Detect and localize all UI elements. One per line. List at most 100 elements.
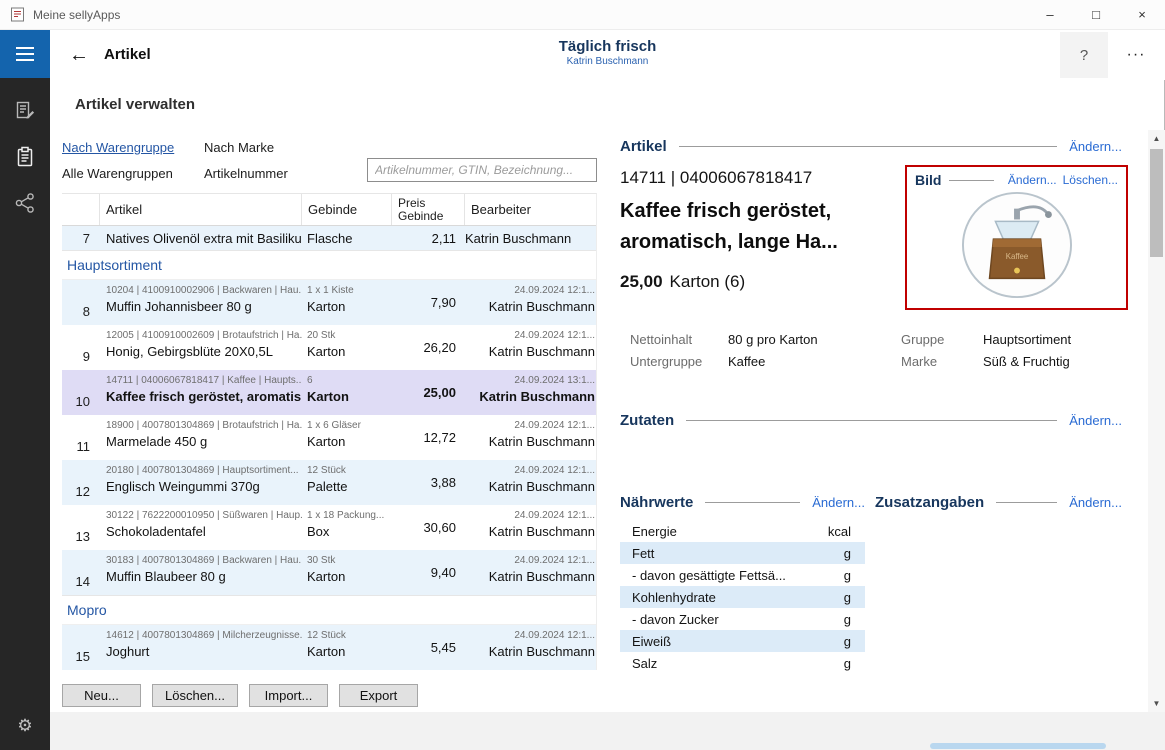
col-header-preis: Preis Gebinde [392,194,465,225]
bild-delete-link[interactable]: Löschen... [1063,173,1118,187]
gebinde: Karton [307,389,392,404]
scroll-down-icon[interactable]: ▼ [1148,695,1165,712]
naehrwerte-label: Nährwerte [620,494,693,511]
warengruppe-dropdown[interactable]: Alle Warengruppen [62,166,173,181]
article-meta: 30183 | 4007801304869 | Backwaren | Hau.… [106,555,302,566]
row-number: 11 [62,415,100,460]
preis: 2,11 [392,226,465,250]
table-row[interactable]: 14 30183 | 4007801304869 | Backwaren | H… [62,550,596,595]
editor-name: Katrin Buschmann [465,231,571,246]
zusatzangaben-change-link[interactable]: Ändern... [1069,495,1122,510]
naehrwert-row: - davon gesättigte Fettsä...g [620,564,865,586]
naehrwert-row: Salzg [620,652,865,674]
new-button[interactable]: Neu... [62,684,141,707]
article-name: Schokoladentafel [106,524,302,539]
article-name: Honig, Gebirgsblüte 20X0,5L [106,344,302,359]
horizontal-scrollbar-thumb[interactable] [930,743,1106,749]
close-button[interactable]: × [1119,0,1165,30]
editor-name: Katrin Buschmann [465,644,595,659]
table-row[interactable]: 7 Natives Olivenöl extra mit Basiliku...… [62,226,596,250]
article-meta: 10204 | 4100910002906 | Backwaren | Hau.… [106,285,302,296]
tab-by-warengruppe[interactable]: Nach Warengruppe [62,140,174,155]
delete-button[interactable]: Löschen... [152,684,238,707]
table-row[interactable]: 12 20180 | 4007801304869 | Hauptsortimen… [62,460,596,505]
more-button[interactable]: ··· [1113,32,1159,78]
naehrwert-row: Kohlenhydrateg [620,586,865,608]
ellipsis-icon: ··· [1127,46,1146,64]
sidebar-item-orders[interactable] [0,90,50,136]
article-meta: 12005 | 4100910002609 | Brotaufstrich | … [106,330,302,341]
gruppe-label: Gruppe [901,332,944,347]
export-button[interactable]: Export [339,684,418,707]
vertical-scrollbar[interactable]: ▲ ▼ [1148,130,1165,712]
article-meta: 30122 | 7622200010950 | Süßwaren | Haup.… [106,510,302,521]
app-header: ← Artikel Täglich frisch Katrin Buschman… [50,30,1165,80]
preis: 30,60 [392,505,465,550]
section-title: Artikel verwalten [75,96,195,113]
gebinde: Karton [307,344,392,359]
table-row-selected[interactable]: 10 14711 | 04006067818417 | Kaffee | Hau… [62,370,596,415]
divider [679,146,1058,147]
gebinde-meta: 12 Stück [307,465,392,476]
row-number: 12 [62,460,100,505]
nettoinhalt-value: 80 g pro Karton [728,332,818,347]
edit-date: 24.09.2024 12:1... [465,630,595,641]
gebinde-meta: 6 [307,375,392,386]
edit-date: 24.09.2024 12:1... [465,555,595,566]
edit-date: 24.09.2024 12:1... [465,510,595,521]
naehrwerte-change-link[interactable]: Ändern... [812,495,865,510]
article-meta: 14612 | 4007801304869 | Milcherzeugnisse… [106,630,302,641]
import-button[interactable]: Import... [249,684,328,707]
scroll-up-icon[interactable]: ▲ [1148,130,1165,147]
bild-change-link[interactable]: Ändern... [1008,173,1057,187]
app-icon [10,7,25,22]
naehrwerte-table: Energiekcal Fettg - davon gesättigte Fet… [620,520,865,674]
sidebar-item-articles[interactable] [0,136,50,182]
article-name: Kaffee frisch geröstet, aromatis... [106,389,302,404]
editor-name: Katrin Buschmann [465,524,595,539]
artikel-change-link[interactable]: Ändern... [1069,139,1122,154]
edit-date: 24.09.2024 12:1... [465,465,595,476]
maximize-button[interactable]: □ [1073,0,1119,30]
naehrwert-row: Energiekcal [620,520,865,542]
table-row[interactable]: 9 12005 | 4100910002609 | Brotaufstrich … [62,325,596,370]
list-action-buttons: Neu... Löschen... Import... Export [62,684,418,707]
zutaten-label: Zutaten [620,412,674,429]
gebinde-meta: 1 x 6 Gläser [307,420,392,431]
gear-icon: ⚙ [17,716,32,736]
untergruppe-label: Untergruppe [630,354,702,369]
sidebar-item-network[interactable] [0,182,50,228]
edit-date: 24.09.2024 13:1... [465,375,595,386]
table-row[interactable]: 15 14612 | 4007801304869 | Milcherzeugni… [62,625,596,670]
account-switcher[interactable]: Täglich frisch Katrin Buschmann [50,38,1165,67]
naehrwert-row: Fettg [620,542,865,564]
table-row[interactable]: 13 30122 | 7622200010950 | Süßwaren | Ha… [62,505,596,550]
article-name: Joghurt [106,644,302,659]
sort-dropdown[interactable]: Artikelnummer [204,166,288,181]
group-header: Hauptsortiment [62,250,596,280]
gebinde-meta: 20 Stk [307,330,392,341]
gebinde-meta: 1 x 18 Packung... [307,510,392,521]
scrollbar-thumb[interactable] [1150,149,1163,257]
edit-date: 24.09.2024 12:1... [465,285,595,296]
row-number: 14 [62,550,100,595]
table-row[interactable]: 11 18900 | 4007801304869 | Brotaufstrich… [62,415,596,460]
svg-text:Kaffee: Kaffee [1005,252,1028,261]
help-button[interactable]: ? [1060,32,1108,78]
preis: 3,88 [392,460,465,505]
detail-section-artikel: Artikel Ändern... [620,138,1122,155]
col-header-bearbeiter: Bearbeiter [465,194,597,225]
search-input[interactable] [367,158,597,182]
zutaten-change-link[interactable]: Ändern... [1069,413,1122,428]
tab-by-marke[interactable]: Nach Marke [204,140,274,155]
article-code: 14711 | 04006067818417 [620,168,812,188]
titlebar: Meine sellyApps – □ × [0,0,1165,30]
gebinde: Flasche [307,231,353,246]
hamburger-menu-icon[interactable] [0,30,50,78]
preis: 9,40 [392,550,465,595]
article-price: 25,00Karton (6) [620,272,745,292]
minimize-button[interactable]: – [1027,0,1073,30]
settings-button[interactable]: ⚙ [0,708,50,744]
table-row[interactable]: 8 10204 | 4100910002906 | Backwaren | Ha… [62,280,596,325]
editor-name: Katrin Buschmann [465,434,595,449]
